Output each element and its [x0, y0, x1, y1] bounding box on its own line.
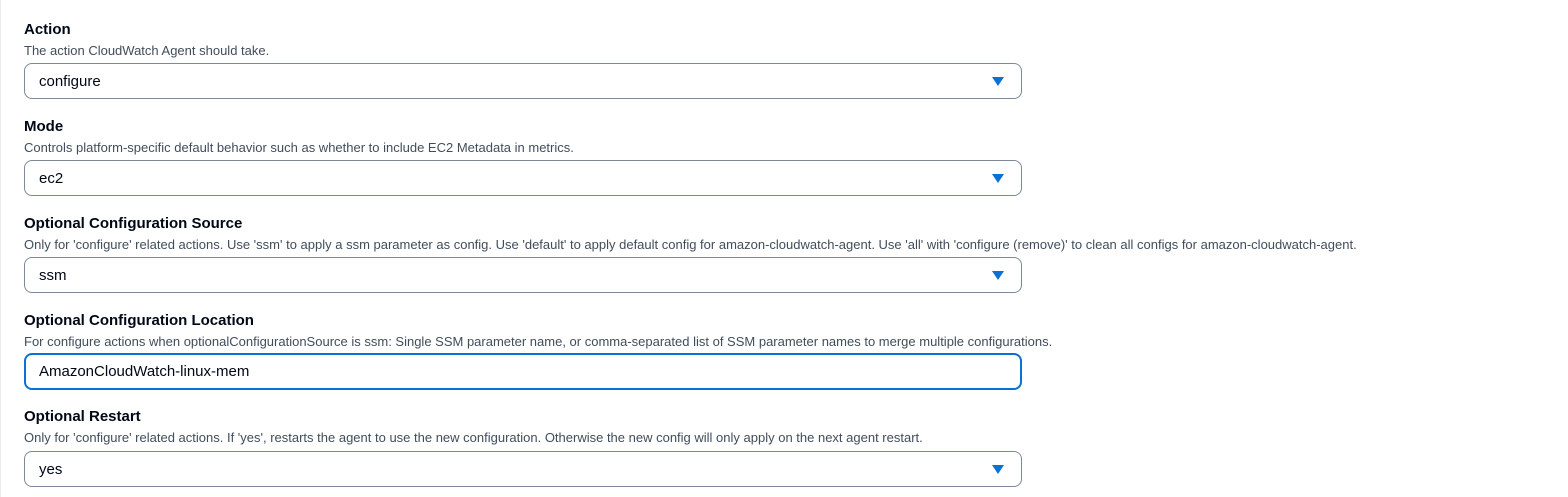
field-action: Action The action CloudWatch Agent shoul… — [24, 21, 1544, 99]
restart-select[interactable]: yes — [24, 451, 1022, 487]
caret-down-icon — [992, 174, 1004, 183]
caret-down-icon — [992, 271, 1004, 280]
field-description: Only for 'configure' related actions. Us… — [24, 237, 1357, 252]
field-description: Controls platform-specific default behav… — [24, 140, 574, 155]
field-label: Optional Configuration Source — [24, 215, 243, 232]
caret-down-icon — [992, 465, 1004, 474]
field-description: The action CloudWatch Agent should take. — [24, 43, 270, 58]
mode-select[interactable]: ec2 — [24, 160, 1022, 196]
select-value: configure — [39, 72, 101, 90]
field-mode: Mode Controls platform-specific default … — [24, 118, 1544, 196]
action-select[interactable]: configure — [24, 63, 1022, 99]
field-label: Optional Configuration Location — [24, 312, 254, 329]
caret-down-icon — [992, 77, 1004, 86]
field-optional-configuration-source: Optional Configuration Source Only for '… — [24, 215, 1544, 293]
field-description: For configure actions when optionalConfi… — [24, 334, 1053, 349]
field-optional-restart: Optional Restart Only for 'configure' re… — [24, 408, 1544, 487]
field-label: Action — [24, 21, 71, 38]
configuration-location-input-wrapper — [24, 353, 1022, 390]
field-optional-configuration-location: Optional Configuration Location For conf… — [24, 312, 1544, 390]
select-value: yes — [39, 460, 63, 478]
field-label: Optional Restart — [24, 408, 141, 425]
configuration-location-input[interactable] — [26, 356, 1020, 387]
select-value: ec2 — [39, 169, 64, 187]
configuration-source-select[interactable]: ssm — [24, 257, 1022, 293]
field-description: Only for 'configure' related actions. If… — [24, 430, 923, 445]
select-value: ssm — [39, 266, 67, 284]
field-label: Mode — [24, 118, 64, 135]
parameters-form: Action The action CloudWatch Agent shoul… — [0, 0, 1568, 497]
